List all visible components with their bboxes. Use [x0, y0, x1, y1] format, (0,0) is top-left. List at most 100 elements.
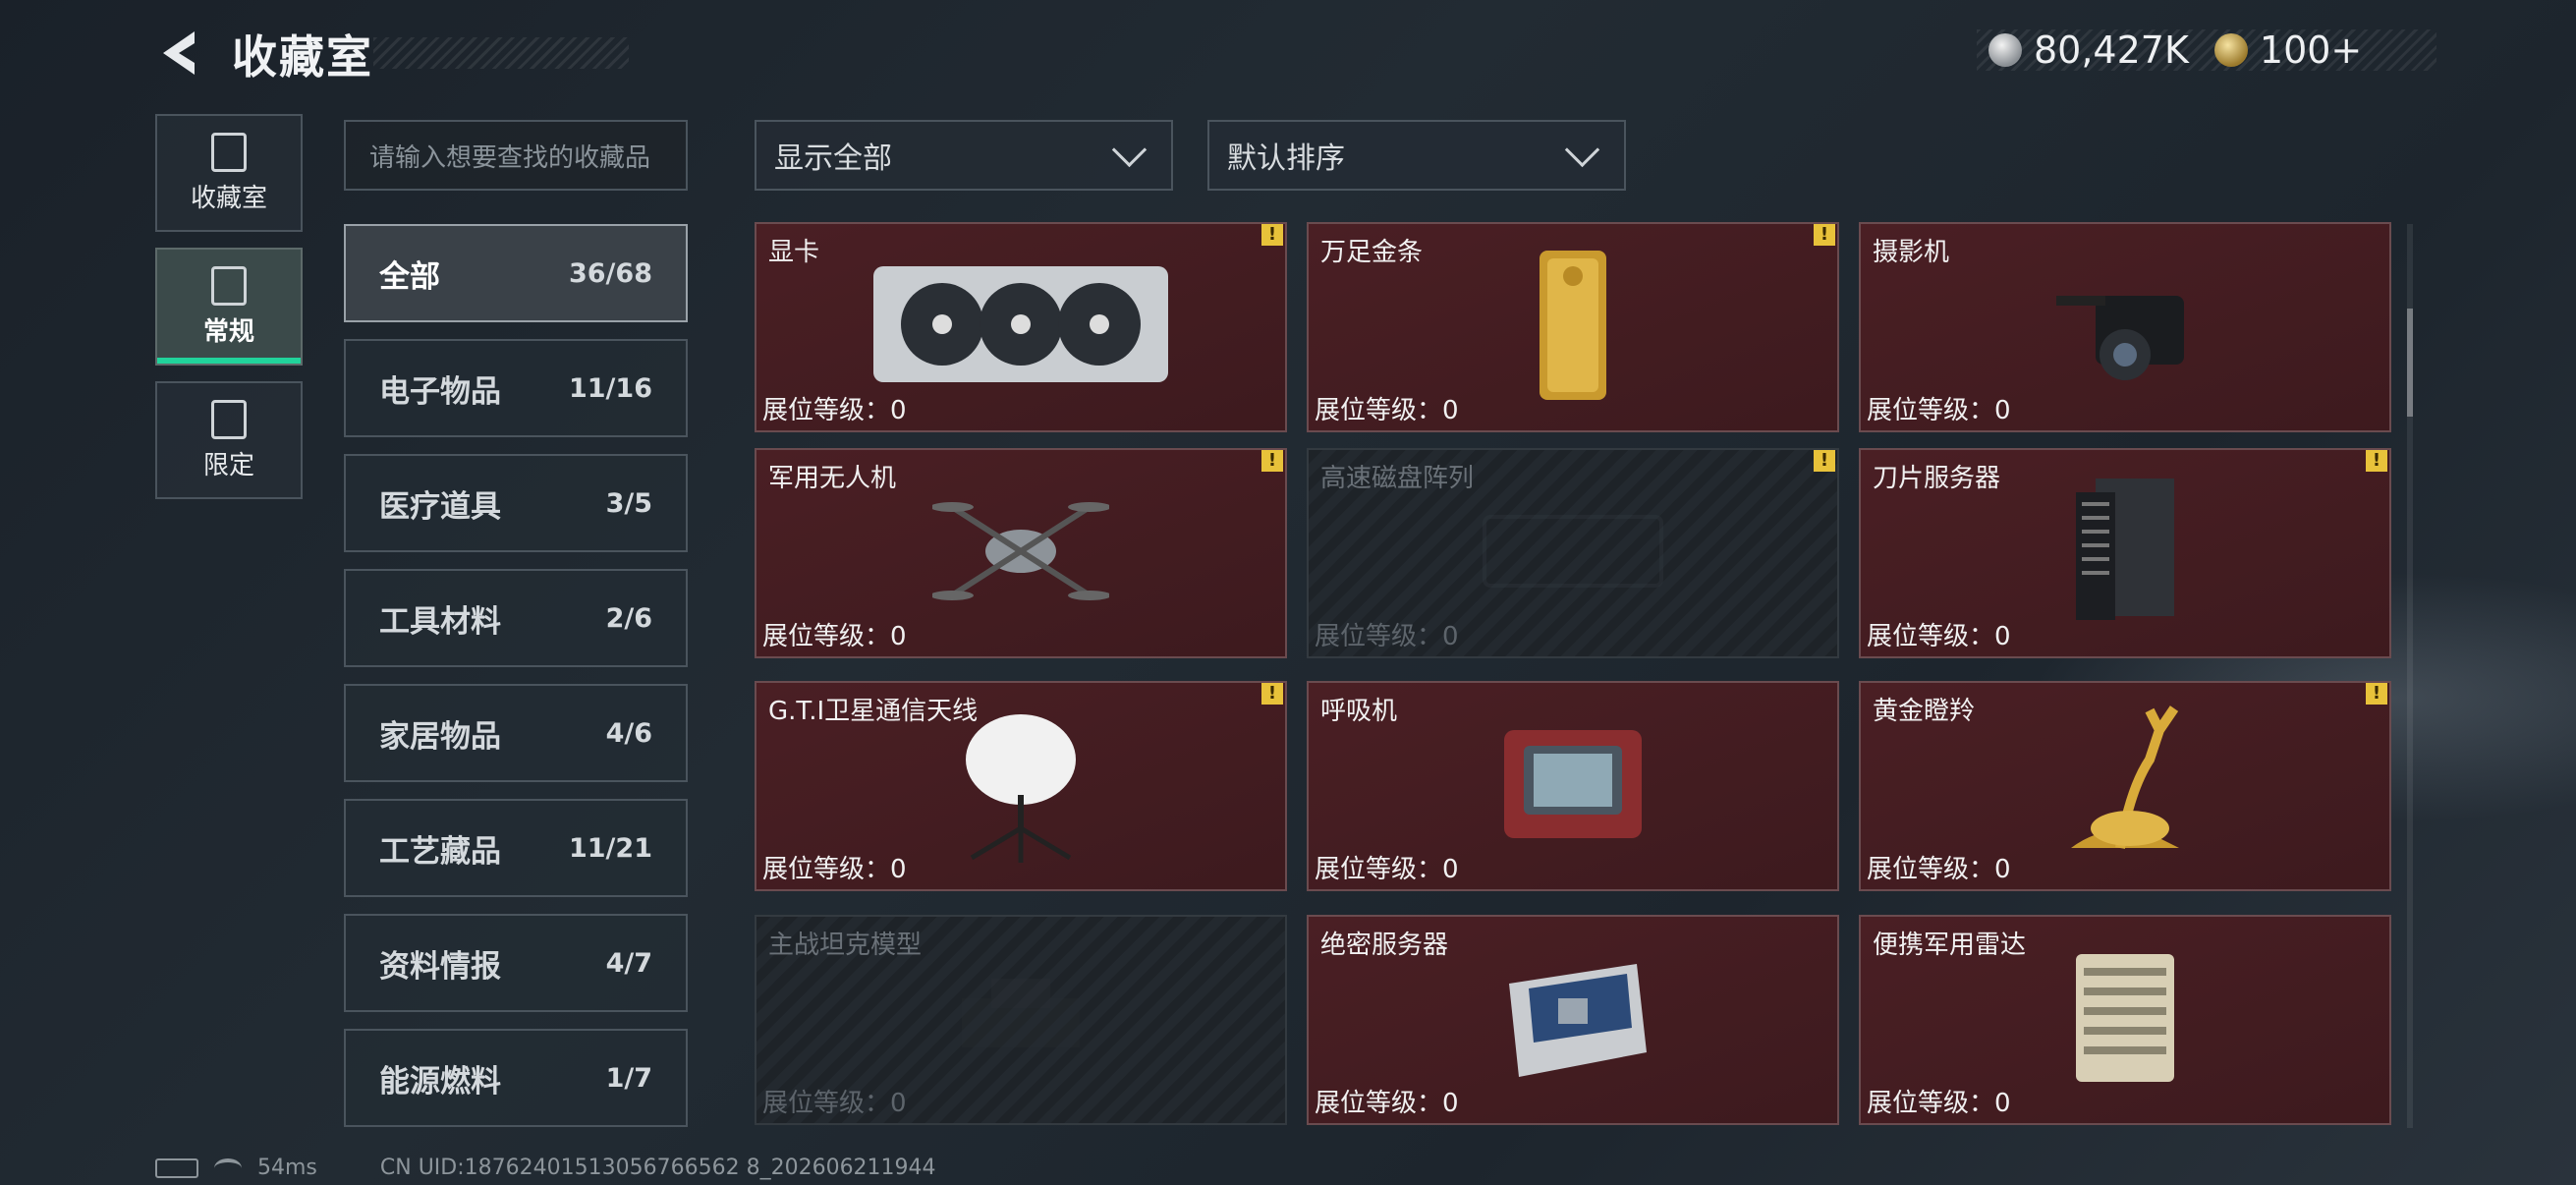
scrollbar[interactable] [2407, 224, 2413, 1128]
chevron-down-icon [1564, 132, 1600, 167]
gold-currency-value: 100+ [2259, 28, 2363, 72]
wifi-icon [214, 1157, 242, 1178]
category-name: 工具材料 [379, 603, 501, 640]
collection-card[interactable]: 万足金条展位等级：0! [1307, 222, 1839, 432]
collection-room-icon [211, 132, 247, 172]
booth-level: 展位等级：0 [762, 1089, 907, 1118]
scroll-thumb[interactable] [2407, 309, 2413, 417]
category-count: 11/16 [568, 372, 652, 404]
booth-level: 展位等级：0 [1867, 396, 2011, 425]
alert-icon: ! [2366, 683, 2387, 705]
item-name: 军用无人机 [768, 464, 897, 493]
regular-icon [211, 265, 247, 306]
item-name: 绝密服务器 [1320, 931, 1449, 960]
alert-icon: ! [1814, 224, 1835, 246]
booth-level: 展位等级：0 [1867, 1089, 2011, 1118]
nav-collection-room[interactable]: 收藏室 [155, 114, 303, 232]
collection-card[interactable]: 摄影机展位等级：0 [1859, 222, 2391, 432]
limited-icon [211, 399, 247, 439]
item-name: 呼吸机 [1320, 697, 1398, 726]
item-name: 摄影机 [1873, 238, 1950, 267]
category-count: 4/6 [605, 717, 652, 749]
category-name: 全部 [379, 258, 440, 295]
category-item[interactable]: 家居物品 4/6 [344, 684, 688, 782]
category-item[interactable]: 能源燃料 1/7 [344, 1029, 688, 1127]
display-filter-dropdown[interactable]: 显示全部 [755, 120, 1173, 191]
booth-level: 展位等级：0 [1315, 1089, 1459, 1118]
category-count: 36/68 [568, 257, 652, 289]
item-image [1489, 944, 1656, 1096]
item-name: 万足金条 [1320, 238, 1424, 267]
item-image [1475, 497, 1671, 609]
title-decoration [373, 37, 629, 69]
category-count: 11/21 [568, 832, 652, 864]
booth-level: 展位等级：0 [1315, 622, 1459, 651]
collection-card[interactable]: 军用无人机展位等级：0! [755, 448, 1287, 658]
nav-label: 收藏室 [190, 183, 267, 213]
status-footer: 54ms CN UID:18762401513056766562 8_20260… [155, 1156, 936, 1180]
booth-level: 展位等级：0 [1867, 622, 2011, 651]
category-count: 4/7 [605, 947, 652, 979]
category-count: 2/6 [605, 602, 652, 634]
ping-value: 54ms [257, 1156, 317, 1180]
category-item[interactable]: 电子物品 11/16 [344, 339, 688, 437]
nav-regular[interactable]: 常规 [155, 248, 303, 366]
category-count: 1/7 [605, 1062, 652, 1094]
collection-card[interactable]: 便携军用雷达展位等级：0 [1859, 915, 2391, 1125]
collection-card[interactable]: G.T.I卫星通信天线展位等级：0! [755, 681, 1287, 891]
item-name: 主战坦克模型 [768, 931, 923, 960]
booth-level: 展位等级：0 [762, 855, 907, 884]
item-image [1534, 247, 1612, 408]
category-name: 家居物品 [379, 718, 501, 755]
category-item[interactable]: 工艺藏品 11/21 [344, 799, 688, 897]
item-image [864, 256, 1178, 398]
booth-level: 展位等级：0 [1867, 855, 2011, 884]
item-name: 便携军用雷达 [1873, 931, 2027, 960]
category-item[interactable]: 医疗道具 3/5 [344, 454, 688, 552]
item-image [1494, 720, 1652, 852]
chevron-down-icon [1111, 132, 1148, 167]
category-item[interactable]: 资料情报 4/7 [344, 914, 688, 1012]
battery-icon [155, 1157, 198, 1178]
booth-level: 展位等级：0 [1315, 396, 1459, 425]
gold-coin-icon [2213, 33, 2248, 67]
category-name: 工艺藏品 [379, 833, 501, 870]
item-name: 黄金瞪羚 [1873, 697, 1976, 726]
item-name: 刀片服务器 [1873, 464, 2001, 493]
item-name: 显卡 [768, 238, 820, 267]
item-image [942, 959, 1099, 1081]
nav-limited[interactable]: 限定 [155, 381, 303, 499]
collection-card[interactable]: 显卡 展位等级：0! [755, 222, 1287, 432]
booth-level: 展位等级：0 [762, 396, 907, 425]
category-count: 3/5 [605, 487, 652, 519]
item-image [930, 487, 1111, 619]
collection-card[interactable]: 黄金瞪羚展位等级：0! [1859, 681, 2391, 891]
currency-bar: 80,427K 100+ [1977, 28, 2436, 72]
alert-icon: ! [2366, 450, 2387, 472]
sort-dropdown[interactable]: 默认排序 [1207, 120, 1626, 191]
collection-card[interactable]: 主战坦克模型展位等级：0 [755, 915, 1287, 1125]
item-name: 高速磁盘阵列 [1320, 464, 1475, 493]
collection-card[interactable]: 高速磁盘阵列 展位等级：0! [1307, 448, 1839, 658]
category-name: 医疗道具 [379, 488, 501, 525]
item-name: G.T.I卫星通信天线 [768, 697, 979, 726]
item-image [2066, 473, 2184, 634]
item-image [2046, 256, 2204, 398]
collection-card[interactable]: 呼吸机 展位等级：0 [1307, 681, 1839, 891]
alert-icon: ! [1261, 683, 1283, 705]
silver-coin-icon [1988, 33, 2022, 67]
alert-icon: ! [1261, 450, 1283, 472]
silver-currency-value: 80,427K [2034, 28, 2189, 72]
collection-card[interactable]: 刀片服务器展位等级：0! [1859, 448, 2391, 658]
category-item[interactable]: 全部 36/68 [344, 224, 688, 322]
uid-text: CN UID:18762401513056766562 8_2026062119… [379, 1156, 936, 1180]
category-name: 资料情报 [379, 948, 501, 985]
back-arrow-icon[interactable] [155, 28, 206, 79]
category-item[interactable]: 工具材料 2/6 [344, 569, 688, 667]
nav-label: 常规 [202, 316, 254, 347]
search-input[interactable]: 请输入想要查找的收藏品 [344, 120, 688, 191]
sort-value: 默认排序 [1227, 141, 1345, 176]
booth-level: 展位等级：0 [762, 622, 907, 651]
collection-card[interactable]: 绝密服务器展位等级：0 [1307, 915, 1839, 1125]
nav-label: 限定 [202, 450, 254, 480]
